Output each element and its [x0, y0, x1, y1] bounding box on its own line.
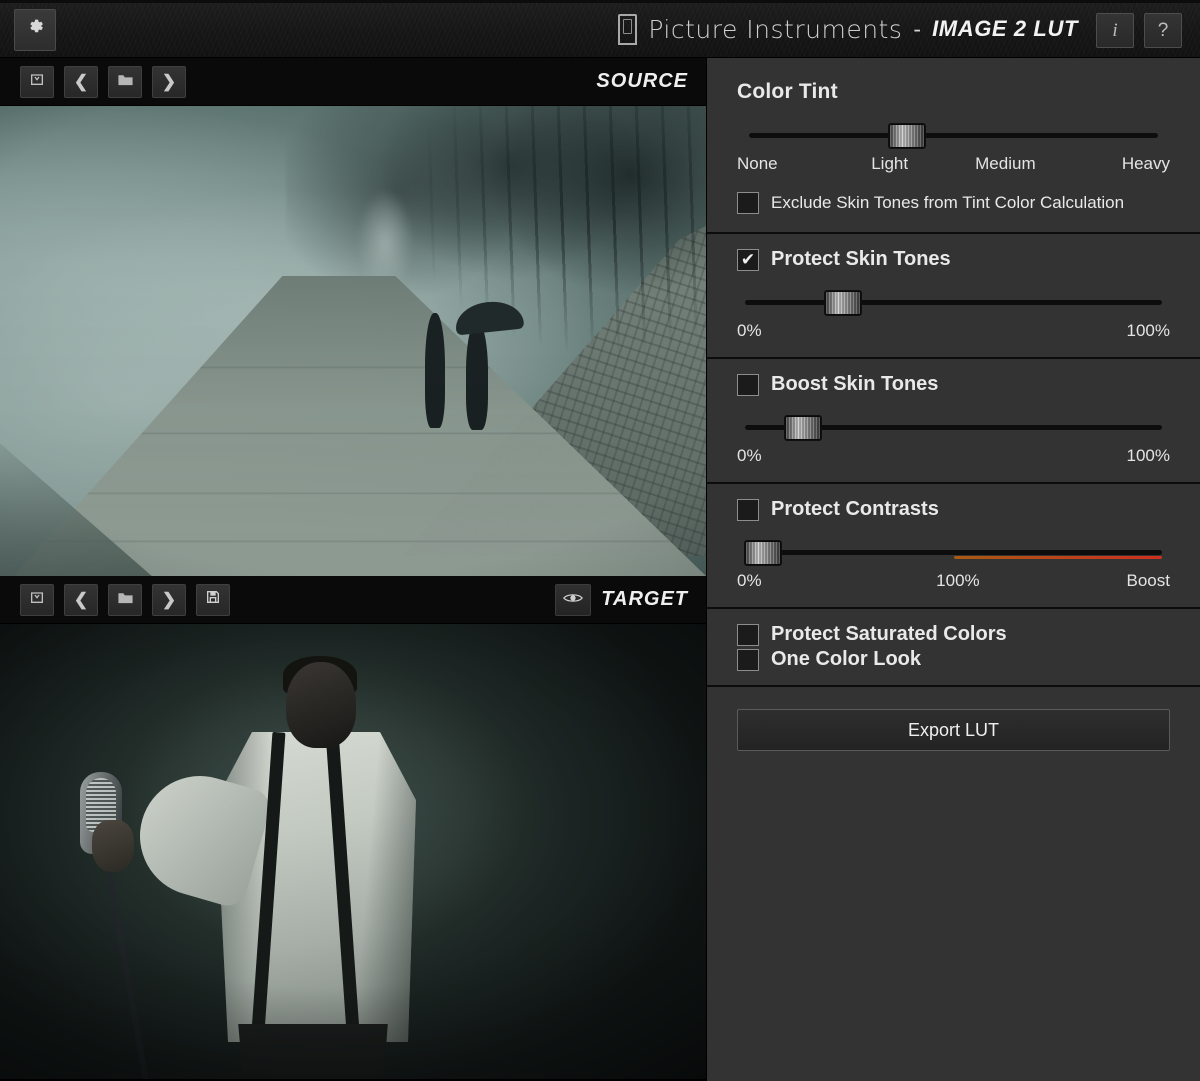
one-color-look-checkbox[interactable]	[737, 649, 759, 671]
protect-skin-tones-tick-labels: 0% 100%	[737, 321, 1170, 343]
settings-panel: Color Tint None Light Medium Heavy Exclu…	[706, 58, 1200, 1081]
boost-skin-tones-checkbox[interactable]	[737, 374, 759, 396]
tick-max: 100%	[1127, 321, 1170, 341]
title-bar: Picture Instruments - IMAGE 2 LUT i ?	[0, 0, 1200, 58]
source-label: SOURCE	[596, 70, 688, 93]
boost-gradient-indicator	[954, 556, 1163, 559]
slider-handle[interactable]	[889, 124, 925, 148]
slider-handle[interactable]	[745, 541, 781, 565]
load-source-button[interactable]	[20, 66, 54, 98]
gear-icon	[26, 18, 45, 42]
protect-contrasts-row[interactable]: Protect Contrasts	[737, 498, 1170, 521]
protect-saturated-colors-row[interactable]: Protect Saturated Colors	[737, 623, 1170, 646]
chevron-right-icon: ❯	[162, 73, 176, 90]
section-protect-skin-tones: Protect Skin Tones 0% 100%	[707, 248, 1200, 359]
previous-target-button[interactable]: ❮	[64, 584, 98, 616]
section-color-tint: Color Tint None Light Medium Heavy Exclu…	[707, 58, 1200, 234]
boost-skin-tones-label: Boost Skin Tones	[771, 373, 938, 396]
product-name: IMAGE 2 LUT	[932, 16, 1078, 42]
export-section: Export LUT	[707, 687, 1200, 771]
protect-skin-tones-row[interactable]: Protect Skin Tones	[737, 248, 1170, 271]
brand: Picture Instruments - IMAGE 2 LUT	[618, 0, 1078, 58]
slider-track	[745, 550, 1162, 555]
target-toolbar: ❮ ❯ TARGET	[0, 576, 706, 624]
chevron-left-icon: ❮	[74, 73, 88, 90]
tick-min: 0%	[737, 321, 762, 341]
exclude-skin-tones-checkbox[interactable]	[737, 192, 759, 214]
next-target-button[interactable]: ❯	[152, 584, 186, 616]
previous-source-button[interactable]: ❮	[64, 66, 98, 98]
protect-contrasts-tick-labels: 0% 100% Boost	[737, 571, 1170, 593]
load-image-icon	[29, 71, 45, 92]
one-color-look-label: One Color Look	[771, 648, 921, 671]
source-image[interactable]	[0, 106, 706, 576]
tick-min: 0%	[737, 446, 762, 466]
picture-instruments-logo-icon	[618, 14, 637, 45]
slider-handle[interactable]	[785, 416, 821, 440]
tick-min: 0%	[737, 571, 762, 591]
load-image-icon	[29, 589, 45, 610]
chevron-right-icon: ❯	[162, 591, 176, 608]
tick-max: Boost	[1127, 571, 1170, 591]
save-target-button[interactable]	[196, 584, 230, 616]
slider-track	[745, 300, 1162, 305]
section-extra-options: Protect Saturated Colors One Color Look	[707, 623, 1200, 687]
save-icon	[205, 589, 221, 610]
folder-icon	[117, 72, 134, 92]
protect-saturated-colors-checkbox[interactable]	[737, 624, 759, 646]
source-vignette	[0, 106, 706, 576]
target-label: TARGET	[601, 588, 688, 611]
tick-heavy: Heavy	[1122, 154, 1170, 174]
color-tint-slider[interactable]	[737, 118, 1170, 152]
slider-track	[749, 133, 1158, 138]
open-source-folder-button[interactable]	[108, 66, 142, 98]
exclude-skin-tones-label: Exclude Skin Tones from Tint Color Calcu…	[771, 193, 1124, 213]
protect-skin-tones-checkbox[interactable]	[737, 249, 759, 271]
section-protect-contrasts: Protect Contrasts 0% 100% Boost	[707, 498, 1200, 609]
boost-skin-tones-tick-labels: 0% 100%	[737, 446, 1170, 468]
settings-button[interactable]	[14, 9, 56, 51]
load-target-button[interactable]	[20, 584, 54, 616]
open-target-folder-button[interactable]	[108, 584, 142, 616]
image-column: ❮ ❯ SOURCE	[0, 58, 706, 1081]
help-button[interactable]: ?	[1144, 13, 1182, 48]
target-image[interactable]	[0, 624, 706, 1079]
tick-medium: Medium	[975, 154, 1035, 174]
color-tint-title: Color Tint	[737, 80, 1170, 104]
section-boost-skin-tones: Boost Skin Tones 0% 100%	[707, 373, 1200, 484]
slider-handle[interactable]	[825, 291, 861, 315]
image2lut-window: Picture Instruments - IMAGE 2 LUT i ? ❮	[0, 0, 1200, 1081]
boost-skin-tones-row[interactable]: Boost Skin Tones	[737, 373, 1170, 396]
source-toolbar: ❮ ❯ SOURCE	[0, 58, 706, 106]
brand-name: Picture Instruments	[648, 15, 902, 44]
boost-skin-tones-slider[interactable]	[737, 410, 1170, 444]
protect-contrasts-checkbox[interactable]	[737, 499, 759, 521]
protect-skin-tones-slider[interactable]	[737, 285, 1170, 319]
eye-icon	[563, 591, 583, 609]
tick-light: Light	[871, 154, 908, 174]
tick-none: None	[737, 154, 778, 174]
tick-max: 100%	[1127, 446, 1170, 466]
info-button[interactable]: i	[1096, 13, 1134, 48]
brand-separator: -	[913, 16, 921, 43]
target-vignette	[0, 624, 706, 1079]
toggle-preview-button[interactable]	[555, 584, 591, 616]
folder-icon	[117, 590, 134, 610]
next-source-button[interactable]: ❯	[152, 66, 186, 98]
color-tint-tick-labels: None Light Medium Heavy	[737, 154, 1170, 176]
protect-saturated-colors-label: Protect Saturated Colors	[771, 623, 1007, 646]
exclude-skin-tones-row[interactable]: Exclude Skin Tones from Tint Color Calcu…	[737, 192, 1170, 214]
protect-contrasts-slider[interactable]	[737, 535, 1170, 569]
chevron-left-icon: ❮	[74, 591, 88, 608]
protect-contrasts-label: Protect Contrasts	[771, 498, 939, 521]
tick-mid: 100%	[936, 571, 979, 591]
one-color-look-row[interactable]: One Color Look	[737, 648, 1170, 671]
export-lut-button[interactable]: Export LUT	[737, 709, 1170, 751]
protect-skin-tones-label: Protect Skin Tones	[771, 248, 951, 271]
